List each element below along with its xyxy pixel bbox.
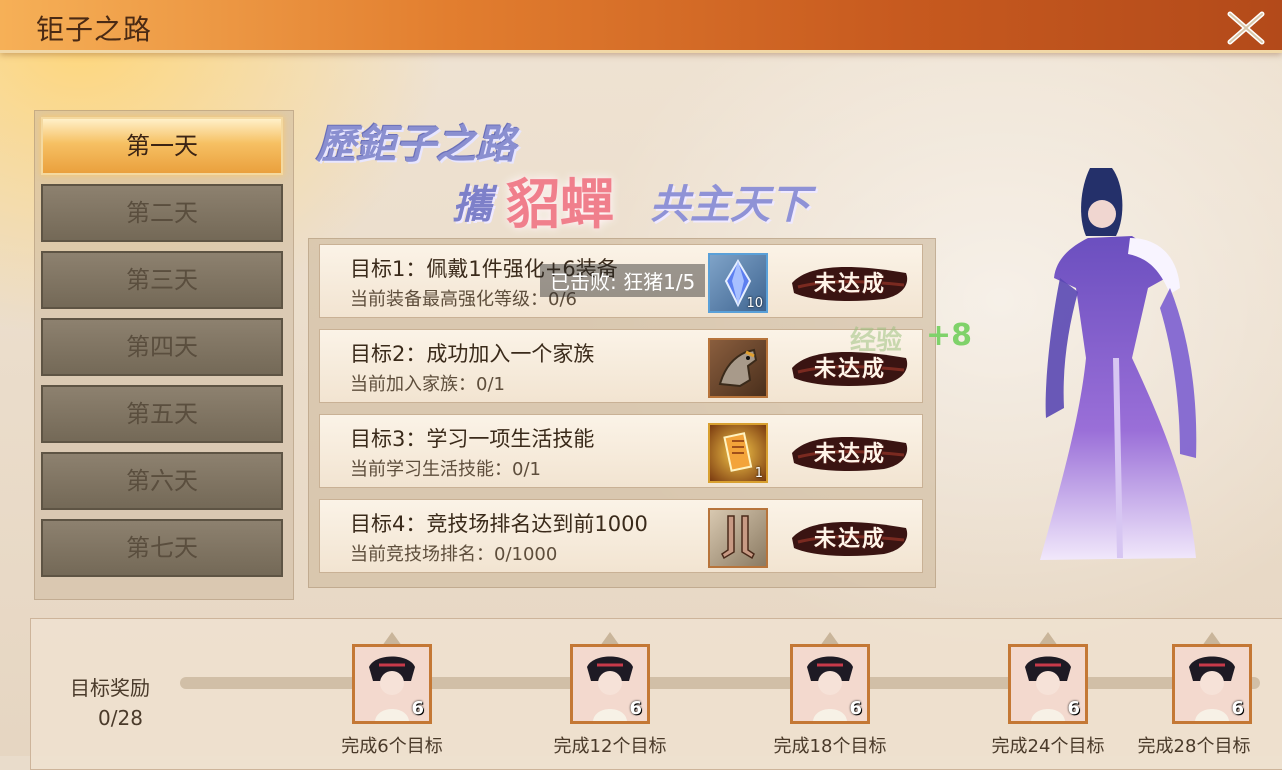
reward-label: 目标奖励 — [70, 676, 150, 700]
reward-item-slot[interactable]: 1 — [708, 423, 768, 483]
slogan-line-1: 歷鉅子之路 — [316, 121, 516, 168]
close-x-icon — [1227, 11, 1265, 45]
goal-progress: 当前学习生活技能：0/1 — [350, 459, 541, 480]
slogan-line-2-left: 攜 — [452, 181, 492, 228]
tab-day-2[interactable]: 第二天 — [41, 184, 283, 242]
reward-item-slot[interactable]: 10 — [708, 253, 768, 313]
close-button[interactable] — [1224, 6, 1268, 50]
slogan-line-2-right: 共主天下 — [650, 181, 810, 228]
floating-exp-label: 经验 — [850, 326, 903, 356]
status-label: 未达成 — [813, 442, 886, 467]
tab-day-3[interactable]: 第三天 — [41, 251, 283, 309]
reward-avatar-icon[interactable]: 6 — [570, 644, 650, 724]
status-not-achieved[interactable]: 未达成 — [788, 514, 912, 560]
combat-tooltip: 已击败: 狂猪1/5 — [540, 264, 706, 297]
reward-progress-count: 0/28 — [98, 706, 143, 730]
goal-row-3: 目标3：学习一项生活技能 当前学习生活技能：0/1 1 未达成 — [319, 414, 923, 488]
slogan-line-2-highlight: 貂蟬 — [506, 172, 614, 236]
milestone-caption: 完成24个目标 — [991, 736, 1105, 757]
tab-day-5[interactable]: 第五天 — [41, 385, 283, 443]
status-label: 未达成 — [813, 527, 886, 552]
item-count: 10 — [746, 296, 763, 311]
milestone-caption: 完成28个目标 — [1137, 736, 1251, 757]
tab-day-6[interactable]: 第六天 — [41, 452, 283, 510]
reward-avatar-icon[interactable]: 6 — [1172, 644, 1252, 724]
milestone-caption: 完成18个目标 — [773, 736, 887, 757]
goal-title: 目标4：竞技场排名达到前1000 — [350, 512, 648, 536]
day-tabs-panel: 第一天 第二天 第三天 第四天 第五天 第六天 第七天 — [34, 110, 294, 600]
floating-exp-text: 经验 +8 — [850, 318, 973, 356]
reward-qty: 6 — [411, 698, 424, 719]
reward-avatar-icon[interactable]: 6 — [790, 644, 870, 724]
reward-avatar-icon[interactable]: 6 — [352, 644, 432, 724]
status-not-achieved[interactable]: 未达成 — [788, 429, 912, 475]
reward-qty: 6 — [849, 698, 862, 719]
reward-avatar-icon[interactable]: 6 — [1008, 644, 1088, 724]
status-label: 未达成 — [813, 272, 886, 297]
boots-icon — [721, 515, 755, 560]
header-bar: 钜子之路 — [0, 0, 1282, 53]
reward-qty: 6 — [1231, 698, 1244, 719]
reward-qty: 6 — [629, 698, 642, 719]
goal-title: 目标2：成功加入一个家族 — [350, 342, 595, 366]
goal-progress: 当前加入家族：0/1 — [350, 374, 505, 395]
page-title: 钜子之路 — [36, 13, 153, 46]
goal-progress: 当前竞技场排名：0/1000 — [350, 544, 558, 565]
horse-icon — [718, 348, 758, 388]
reward-progress-bar — [180, 677, 1260, 689]
reward-item-slot[interactable] — [708, 508, 768, 568]
reward-qty: 6 — [1067, 698, 1080, 719]
goal-row-2: 目标2：成功加入一个家族 当前加入家族：0/1 未达成 — [319, 329, 923, 403]
milestone-caption: 完成6个目标 — [341, 736, 443, 757]
tab-day-1[interactable]: 第一天 — [41, 117, 283, 175]
goal-row-4: 目标4：竞技场排名达到前1000 当前竞技场排名：0/1000 未达成 — [319, 499, 923, 573]
reward-item-slot[interactable] — [708, 338, 768, 398]
floating-exp-value: +8 — [926, 318, 973, 353]
goal-title: 目标3：学习一项生活技能 — [350, 427, 595, 451]
tab-day-7[interactable]: 第七天 — [41, 519, 283, 577]
milestone-caption: 完成12个目标 — [553, 736, 667, 757]
tab-day-4[interactable]: 第四天 — [41, 318, 283, 376]
item-count: 1 — [754, 466, 763, 481]
status-not-achieved[interactable]: 未达成 — [788, 259, 912, 305]
character-diaochan-figure — [1040, 168, 1197, 560]
